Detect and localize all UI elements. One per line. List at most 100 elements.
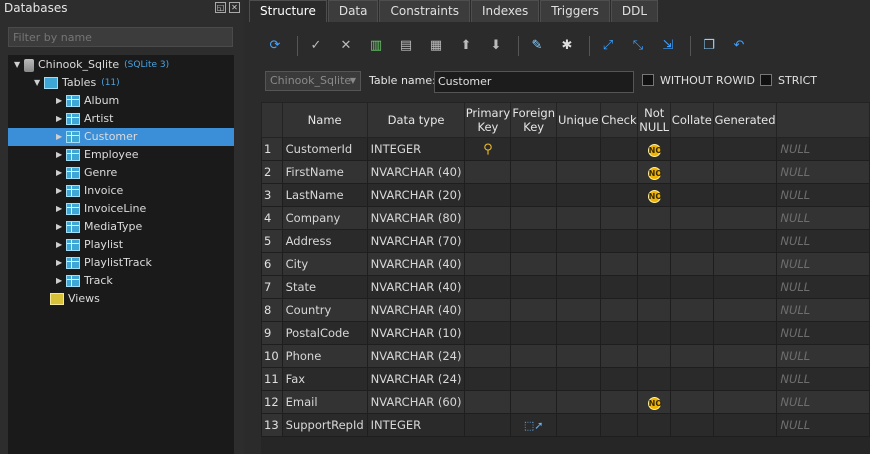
column-name-cell[interactable]: City xyxy=(281,252,368,276)
column-name-cell[interactable]: Address xyxy=(281,229,368,253)
foreign-key-cell[interactable] xyxy=(510,298,557,322)
import-icon[interactable]: ⇲ xyxy=(660,38,676,54)
collapse-icon[interactable]: ⤡ xyxy=(630,38,646,54)
expand-arrow-icon[interactable]: ▼ xyxy=(14,56,24,74)
check-cell[interactable] xyxy=(599,413,639,437)
delete-column-icon[interactable]: ▦ xyxy=(428,38,444,54)
primary-key-cell[interactable] xyxy=(464,183,512,207)
column-name-cell[interactable]: Fax xyxy=(281,367,368,391)
tree-tables[interactable]: ▼ Tables (11) xyxy=(34,74,120,92)
check-cell[interactable] xyxy=(599,160,639,184)
unique-cell[interactable] xyxy=(556,344,601,368)
column-name-cell[interactable]: LastName xyxy=(281,183,368,207)
column-name-cell[interactable]: State xyxy=(281,275,368,299)
default-cell[interactable]: NULL xyxy=(776,413,870,437)
data-type-cell[interactable]: NVARCHAR (24) xyxy=(366,344,466,368)
unique-cell[interactable] xyxy=(556,413,601,437)
check-cell[interactable] xyxy=(599,275,639,299)
unique-cell[interactable] xyxy=(556,298,601,322)
expand-arrow-icon[interactable]: ▶ xyxy=(56,92,66,110)
collate-cell[interactable] xyxy=(670,160,714,184)
table-row[interactable]: 4 Company NVARCHAR (80) NULL xyxy=(261,206,870,230)
primary-key-cell[interactable] xyxy=(464,413,512,437)
default-cell[interactable]: NULL xyxy=(776,183,870,207)
tab-structure[interactable]: Structure xyxy=(249,0,327,22)
expand-arrow-icon[interactable]: ▶ xyxy=(56,182,66,200)
database-select[interactable]: Chinook_Sqlite ▼ xyxy=(265,71,361,91)
generated-header[interactable]: Generated xyxy=(712,102,778,138)
tree-table-item[interactable]: ▶ Employee xyxy=(8,146,234,164)
table-row[interactable]: 13 SupportRepId INTEGER ⬚➚ NULL xyxy=(261,413,870,437)
collate-cell[interactable] xyxy=(670,298,714,322)
expand-arrow-icon[interactable]: ▼ xyxy=(34,74,44,92)
column-name-cell[interactable]: FirstName xyxy=(281,160,368,184)
tree-database[interactable]: ▼ Chinook_Sqlite (SQLite 3) xyxy=(14,56,169,74)
not-null-cell[interactable] xyxy=(637,275,671,299)
not-null-cell[interactable] xyxy=(637,367,671,391)
tree-table-item[interactable]: ▶ PlaylistTrack xyxy=(8,254,234,272)
tree-table-item[interactable]: ▶ Genre xyxy=(8,164,234,182)
tree-table-item[interactable]: ▶ Artist xyxy=(8,110,234,128)
data-type-cell[interactable]: NVARCHAR (60) xyxy=(366,390,466,414)
float-panel-icon[interactable]: ◱ xyxy=(215,2,226,13)
foreign-key-cell[interactable] xyxy=(510,390,557,414)
check-cell[interactable] xyxy=(599,298,639,322)
not-null-cell[interactable]: NO xyxy=(637,183,671,207)
collate-cell[interactable] xyxy=(670,252,714,276)
data-type-cell[interactable]: NVARCHAR (10) xyxy=(366,321,466,345)
expand-arrow-icon[interactable]: ▶ xyxy=(56,110,66,128)
collate-cell[interactable] xyxy=(670,229,714,253)
add-column-icon[interactable]: ▥ xyxy=(368,38,384,54)
column-name-cell[interactable]: Email xyxy=(281,390,368,414)
unique-header[interactable]: Unique xyxy=(556,102,601,138)
primary-key-cell[interactable] xyxy=(464,344,512,368)
foreign-key-header[interactable]: Foreign Key xyxy=(510,102,557,138)
generated-cell[interactable] xyxy=(712,298,778,322)
foreign-key-cell[interactable] xyxy=(510,321,557,345)
unique-cell[interactable] xyxy=(556,183,601,207)
table-row[interactable]: 5 Address NVARCHAR (70) NULL xyxy=(261,229,870,253)
column-name-cell[interactable]: Phone xyxy=(281,344,368,368)
primary-key-cell[interactable] xyxy=(464,229,512,253)
data-type-header[interactable]: Data type xyxy=(366,102,466,138)
check-cell[interactable] xyxy=(599,183,639,207)
foreign-key-cell[interactable] xyxy=(510,252,557,276)
expand-arrow-icon[interactable]: ▶ xyxy=(56,164,66,182)
unique-cell[interactable] xyxy=(556,229,601,253)
undo-icon[interactable]: ↶ xyxy=(731,38,747,54)
generated-cell[interactable] xyxy=(712,344,778,368)
unique-cell[interactable] xyxy=(556,321,601,345)
primary-key-cell[interactable]: ⚲ xyxy=(464,137,512,161)
table-row[interactable]: 7 State NVARCHAR (40) NULL xyxy=(261,275,870,299)
primary-key-cell[interactable] xyxy=(464,160,512,184)
generated-cell[interactable] xyxy=(712,206,778,230)
tab-data[interactable]: Data xyxy=(327,0,379,22)
unique-cell[interactable] xyxy=(556,252,601,276)
tree-table-item[interactable]: ▶ MediaType xyxy=(8,218,234,236)
column-name-cell[interactable]: CustomerId xyxy=(281,137,368,161)
check-cell[interactable] xyxy=(599,390,639,414)
not-null-cell[interactable] xyxy=(637,252,671,276)
table-name-input[interactable]: Customer xyxy=(434,71,634,93)
default-cell[interactable]: NULL xyxy=(776,160,870,184)
tree-table-item[interactable]: ▶ Track xyxy=(8,272,234,290)
foreign-key-cell[interactable] xyxy=(510,183,557,207)
check-cell[interactable] xyxy=(599,137,639,161)
without-rowid-checkbox[interactable] xyxy=(642,74,654,86)
foreign-key-cell[interactable] xyxy=(510,137,557,161)
generated-cell[interactable] xyxy=(712,390,778,414)
move-down-icon[interactable]: ⬇ xyxy=(488,38,504,54)
settings-icon[interactable]: ✱ xyxy=(559,38,575,54)
tab-ddl[interactable]: DDL xyxy=(610,0,659,22)
expand-arrow-icon[interactable]: ▶ xyxy=(56,236,66,254)
expand-arrow-icon[interactable]: ▶ xyxy=(56,200,66,218)
default-cell[interactable]: NULL xyxy=(776,390,870,414)
tree-table-item[interactable]: ▶ Playlist xyxy=(8,236,234,254)
not-null-header[interactable]: Not NULL xyxy=(637,102,671,138)
close-panel-icon[interactable]: ✕ xyxy=(229,2,240,13)
foreign-key-cell[interactable] xyxy=(510,367,557,391)
row-number-header[interactable] xyxy=(261,102,283,138)
foreign-key-cell[interactable] xyxy=(510,206,557,230)
table-row[interactable]: 12 Email NVARCHAR (60) NO NULL xyxy=(261,390,870,414)
primary-key-cell[interactable] xyxy=(464,298,512,322)
